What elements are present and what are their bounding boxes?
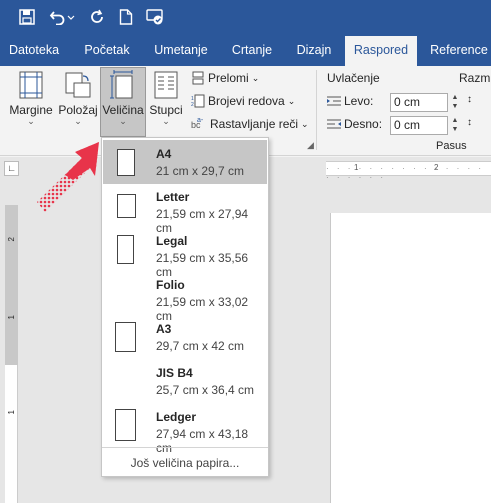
size-option-name: Folio	[156, 278, 185, 292]
orientation-label: Položaj	[58, 103, 98, 117]
hyphenation-label: Rastavljanje reči	[210, 117, 299, 131]
size-option-a3[interactable]: A3 29,7 cm x 42 cm	[103, 316, 267, 360]
breaks-icon	[192, 71, 204, 85]
indent-left-input[interactable]: 0 cm	[390, 93, 448, 112]
document-page[interactable]	[330, 213, 491, 503]
horizontal-ruler[interactable]: 1 2 · · · · · · · · · · · · · · · · · · …	[326, 161, 491, 182]
paragraph-group-label: Pasus	[436, 140, 467, 152]
orientation-button[interactable]: Položaj ⌄	[57, 70, 99, 126]
annotation-arrow-icon	[37, 142, 99, 212]
line-numbers-button[interactable]: 12 Brojevi redova ⌄	[191, 94, 295, 108]
size-option-name: Ledger	[156, 410, 197, 424]
size-label: Veličina	[102, 103, 144, 117]
vertical-ruler[interactable]: 2 1 1	[5, 205, 18, 503]
svg-text:2: 2	[191, 102, 194, 108]
line-numbers-label: Brojevi redova	[208, 94, 285, 108]
paper-icon	[115, 409, 136, 441]
size-option-jis-b4[interactable]: JIS B4 25,7 cm x 36,4 cm	[103, 360, 267, 404]
orientation-icon	[65, 72, 91, 98]
paper-icon	[117, 149, 135, 176]
size-button[interactable]: Veličina ⌄	[100, 67, 146, 137]
size-option-folio[interactable]: Folio 21,59 cm x 33,02 cm	[103, 272, 267, 323]
indent-right-input[interactable]: 0 cm	[390, 116, 448, 135]
hyphenation-button[interactable]: bc a- Rastavljanje reči ⌄	[191, 117, 309, 131]
breaks-label: Prelomi	[208, 71, 249, 85]
chevron-down-icon: ⌄	[74, 116, 82, 126]
size-option-name: A4	[156, 147, 172, 161]
breaks-button[interactable]: Prelomi ⌄	[191, 71, 259, 85]
indent-title: Uvlačenje	[327, 71, 380, 85]
margins-label: Margine	[9, 103, 53, 117]
line-numbers-icon: 12	[191, 94, 205, 108]
ruler-margin	[5, 205, 18, 365]
indent-left-icon	[327, 96, 341, 106]
indent-right-spinner[interactable]: ▲ ▼	[450, 116, 460, 135]
spacing-before-icon: ↕	[467, 94, 472, 105]
margins-icon	[19, 71, 43, 99]
ruler-tick: 1	[7, 410, 16, 415]
indent-left-label-row: Levo:	[327, 94, 373, 108]
hyphenation-icon: bca-	[191, 117, 204, 130]
spacing-title: Razm	[459, 71, 491, 85]
new-document-icon[interactable]	[116, 6, 136, 28]
size-option-dimensions: 29,7 cm x 42 cm	[156, 339, 245, 353]
tab-selector-icon[interactable]: ∟	[4, 161, 19, 176]
tab-references[interactable]: Reference	[424, 34, 491, 66]
columns-button[interactable]: Stupci ⌄	[146, 70, 186, 126]
paper-icon	[117, 235, 134, 264]
columns-label: Stupci	[149, 103, 183, 117]
svg-text:a-: a-	[197, 117, 204, 124]
columns-icon	[154, 71, 178, 99]
indent-left-label: Levo:	[344, 94, 374, 108]
size-option-dimensions: 21 cm x 29,7 cm	[156, 164, 245, 178]
touch-mode-icon[interactable]	[144, 6, 168, 28]
undo-icon[interactable]	[48, 6, 76, 28]
tab-home[interactable]: Početak	[76, 34, 138, 66]
page-size-icon	[110, 70, 133, 99]
size-option-name: Letter	[156, 190, 190, 204]
tab-draw[interactable]: Crtanje	[224, 34, 280, 66]
indent-right-label: Desno:	[344, 117, 383, 131]
size-option-name: A3	[156, 322, 172, 336]
tab-design[interactable]: Dizajn	[288, 34, 340, 66]
ribbon-tabs: Datoteka Početak Umetanje Crtanje Dizajn…	[0, 34, 491, 66]
size-option-dimensions: 25,7 cm x 36,4 cm	[156, 383, 255, 397]
size-option-a4[interactable]: A4 21 cm x 29,7 cm	[103, 140, 267, 184]
redo-icon[interactable]	[86, 6, 108, 28]
dialog-launcher-icon[interactable]: ◢	[307, 140, 314, 151]
size-option-name: JIS B4	[156, 366, 193, 380]
tab-insert[interactable]: Umetanje	[146, 34, 216, 66]
save-icon[interactable]	[16, 6, 38, 28]
indent-left-spinner[interactable]: ▲ ▼	[450, 93, 460, 112]
margins-button[interactable]: Margine ⌄	[8, 70, 54, 126]
size-option-letter[interactable]: Letter 21,59 cm x 27,94 cm	[103, 184, 267, 235]
size-option-name: Legal	[156, 234, 188, 248]
paper-icon	[117, 194, 136, 218]
spacing-after-icon: ↕	[467, 117, 472, 128]
indent-right-label-row: Desno:	[327, 117, 382, 131]
chevron-down-icon: ⌄	[162, 116, 170, 126]
tab-layout[interactable]: Raspored	[345, 36, 417, 66]
ruler-tick: 1	[7, 315, 16, 320]
page-size-dropdown: A4 21 cm x 29,7 cm Letter 21,59 cm x 27,…	[101, 137, 269, 477]
quick-access-toolbar	[0, 0, 491, 34]
size-option-legal[interactable]: Legal 21,59 cm x 35,56 cm	[103, 228, 267, 279]
size-option-ledger[interactable]: Ledger 27,94 cm x 43,18 cm	[103, 404, 267, 455]
tab-file[interactable]: Datoteka	[0, 34, 68, 66]
chevron-down-icon: ⌄	[27, 116, 35, 126]
indent-right-icon	[327, 119, 341, 129]
more-paper-sizes-link[interactable]: Još veličina papira...	[102, 447, 268, 477]
group-separator	[316, 70, 317, 150]
chevron-down-icon: ⌄	[119, 116, 127, 126]
paper-icon	[115, 322, 136, 352]
ruler-tick: 2	[7, 237, 16, 242]
